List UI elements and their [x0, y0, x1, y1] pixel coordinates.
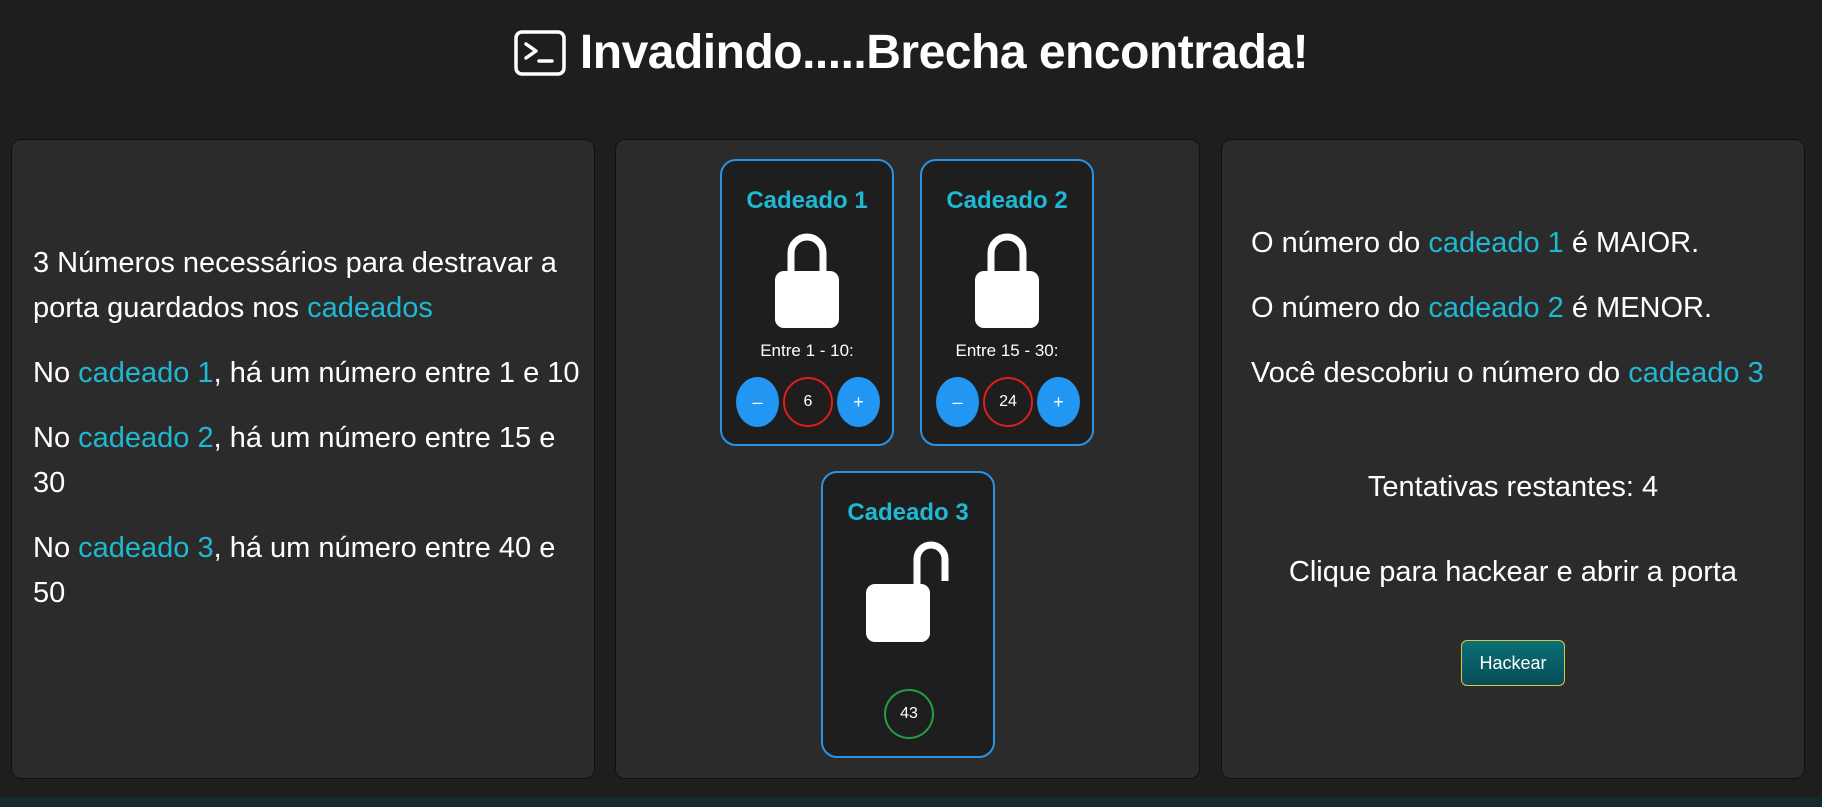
hints-text: O número do cadeado 1 é MAIOR. O número … [1251, 221, 1781, 416]
hint-prefix: O número do [1251, 292, 1429, 324]
clue-1: No cadeado 1, há um número entre 1 e 10 [33, 351, 583, 396]
clue-prefix: No [33, 357, 79, 389]
lock-value: 43 [884, 689, 934, 739]
clue-highlight: cadeado 1 [78, 357, 214, 389]
terminal-icon [514, 29, 566, 77]
increment-button[interactable]: + [1037, 377, 1080, 427]
hack-button[interactable]: Hackear [1461, 640, 1565, 686]
tries-remaining: Tentativas restantes: 4 [1367, 471, 1659, 503]
lock-value: 24 [983, 377, 1033, 427]
hint-3: Você descobriu o número do cadeado 3 [1251, 351, 1781, 396]
page: Invadindo.....Brecha encontrada! 3 Númer… [0, 0, 1822, 807]
lock-closed-icon [774, 229, 840, 334]
hack-instruction: Clique para hackear e abrir a porta [1288, 556, 1738, 588]
hint-1: O número do cadeado 1 é MAIOR. [1251, 221, 1781, 266]
lock-title: Cadeado 1 [746, 187, 868, 214]
lock-stepper: – 6 + [736, 377, 880, 427]
lock-card-3: Cadeado 3 43 [821, 471, 995, 758]
status-panel: O número do cadeado 1 é MAIOR. O número … [1221, 139, 1805, 779]
lock-title: Cadeado 2 [946, 187, 1068, 214]
hint-highlight: cadeado 1 [1428, 227, 1564, 259]
instructions-text: 3 Números necessários para destravar a p… [33, 241, 583, 636]
lock-card-2: Cadeado 2 Entre 15 - 30: – 24 + [920, 159, 1094, 446]
header: Invadindo.....Brecha encontrada! [0, 0, 1822, 105]
clue-highlight: cadeado 3 [78, 532, 214, 564]
lock-value: 6 [783, 377, 833, 427]
intro-highlight: cadeados [307, 292, 433, 324]
lock-stepper: 43 [837, 689, 981, 739]
clue-2: No cadeado 2, há um número entre 15 e 30 [33, 416, 583, 506]
lock-card-1: Cadeado 1 Entre 1 - 10: – 6 + [720, 159, 894, 446]
lock-range: Entre 15 - 30: [955, 341, 1059, 360]
clue-highlight: cadeado 2 [78, 422, 214, 454]
instructions-panel: 3 Números necessários para destravar a p… [11, 139, 595, 779]
clue-suffix: , há um número entre 1 e 10 [213, 357, 580, 389]
lock-range: Entre 1 - 10: [760, 341, 854, 360]
hint-2: O número do cadeado 2 é MENOR. [1251, 286, 1781, 331]
lock-closed-icon [974, 229, 1040, 334]
increment-button[interactable]: + [837, 377, 880, 427]
lock-open-icon [864, 539, 952, 648]
hint-prefix: Você descobriu o número do [1251, 357, 1629, 389]
decrement-button[interactable]: – [936, 377, 979, 427]
page-title: Invadindo.....Brecha encontrada! [579, 26, 1309, 79]
locks-panel: Cadeado 1 Entre 1 - 10: – 6 + Cadeado 2 [615, 139, 1200, 779]
intro-paragraph: 3 Números necessários para destravar a p… [33, 241, 583, 331]
hint-prefix: O número do [1251, 227, 1429, 259]
hint-highlight: cadeado 2 [1428, 292, 1564, 324]
lock-stepper: – 24 + [936, 377, 1080, 427]
clue-prefix: No [33, 422, 79, 454]
decrement-button[interactable]: – [736, 377, 779, 427]
intro-text: 3 Números necessários para destravar a p… [33, 247, 557, 324]
bottom-strip [0, 797, 1822, 807]
lock-title: Cadeado 3 [847, 499, 969, 526]
hint-highlight: cadeado 3 [1628, 357, 1764, 389]
hint-suffix: é MAIOR. [1563, 227, 1700, 259]
clue-prefix: No [33, 532, 79, 564]
clue-3: No cadeado 3, há um número entre 40 e 50 [33, 526, 583, 616]
hint-suffix: é MENOR. [1563, 292, 1713, 324]
